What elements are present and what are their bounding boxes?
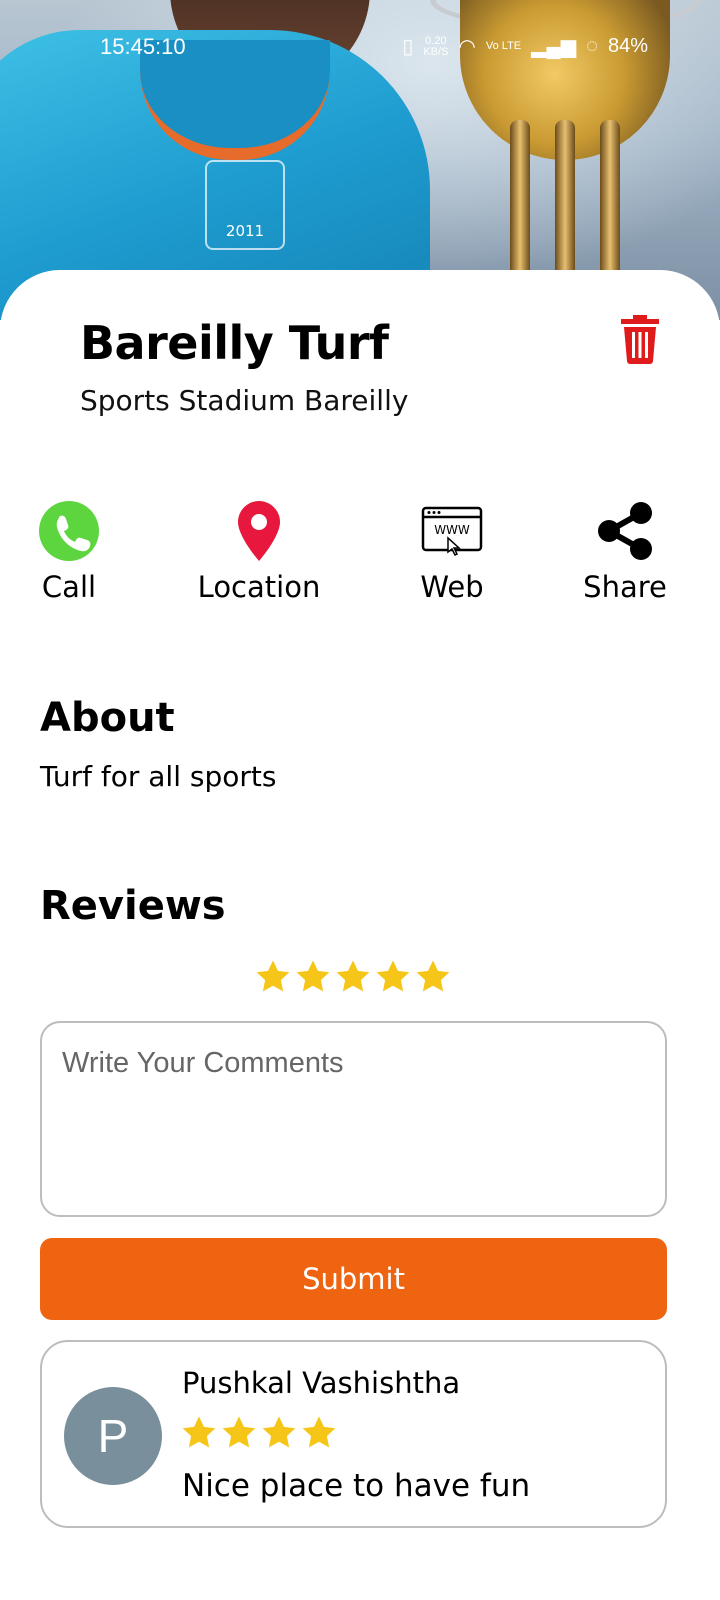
venue-title: Bareilly Turf — [80, 316, 389, 370]
rating-input[interactable] — [254, 958, 452, 996]
wifi-icon: ◠ — [458, 36, 476, 58]
submit-button[interactable]: Submit — [40, 1238, 667, 1320]
svg-text:WWW: WWW — [434, 523, 470, 537]
review-rating — [180, 1414, 338, 1452]
venue-subtitle: Sports Stadium Bareilly — [80, 384, 409, 417]
web-label: Web — [420, 570, 484, 604]
web-icon: WWW — [421, 506, 483, 557]
carrier-label: Vo LTE — [485, 40, 522, 52]
signal-icon: ▂▄▆ — [531, 36, 577, 58]
phone-icon — [39, 501, 99, 561]
reviewer-name: Pushkal Vashishtha — [182, 1366, 461, 1400]
net-speed-unit: KB/S — [423, 45, 449, 58]
web-button[interactable]: WWW Web — [377, 500, 527, 604]
star-icon — [222, 1416, 256, 1448]
call-label: Call — [41, 570, 97, 604]
about-heading: About — [40, 695, 175, 741]
location-pin-icon — [238, 501, 280, 561]
location-button[interactable]: Location — [184, 500, 334, 604]
avatar: P — [64, 1387, 162, 1485]
star-icon — [262, 1416, 296, 1448]
status-bar: 15:45:10 ▯ 0.20 KB/S ◠ Vo LTE ▂▄▆ ◌ 84% — [0, 30, 720, 64]
share-icon — [598, 502, 652, 560]
call-button[interactable]: Call — [0, 500, 144, 604]
star-icon[interactable] — [334, 958, 372, 996]
star-icon — [302, 1416, 336, 1448]
status-time: 15:45:10 — [100, 34, 186, 59]
comment-input[interactable] — [40, 1021, 667, 1217]
star-icon[interactable] — [374, 958, 412, 996]
action-row: Call Location WWW Web Share — [0, 500, 720, 620]
star-icon — [182, 1416, 216, 1448]
share-button[interactable]: Share — [550, 500, 700, 604]
vibrate-icon: ▯ — [402, 36, 414, 58]
star-icon[interactable] — [254, 958, 292, 996]
net-speed: 0.20 KB/S — [423, 35, 449, 58]
status-icons: ▯ 0.20 KB/S ◠ Vo LTE ▂▄▆ ◌ 84% — [402, 34, 648, 59]
reviews-heading: Reviews — [40, 883, 226, 929]
star-icon[interactable] — [414, 958, 452, 996]
review-text: Nice place to have fun — [182, 1468, 531, 1504]
star-icon[interactable] — [294, 958, 332, 996]
review-card: P Pushkal Vashishtha Nice place to have … — [40, 1340, 667, 1528]
location-label: Location — [197, 570, 321, 604]
about-text: Turf for all sports — [40, 760, 277, 793]
hero-jersey-logo: 2011 — [205, 160, 285, 250]
battery-level: 84% — [607, 35, 648, 57]
share-label: Share — [583, 570, 667, 604]
battery-icon: ◌ — [586, 35, 598, 57]
trash-icon[interactable] — [618, 312, 662, 364]
